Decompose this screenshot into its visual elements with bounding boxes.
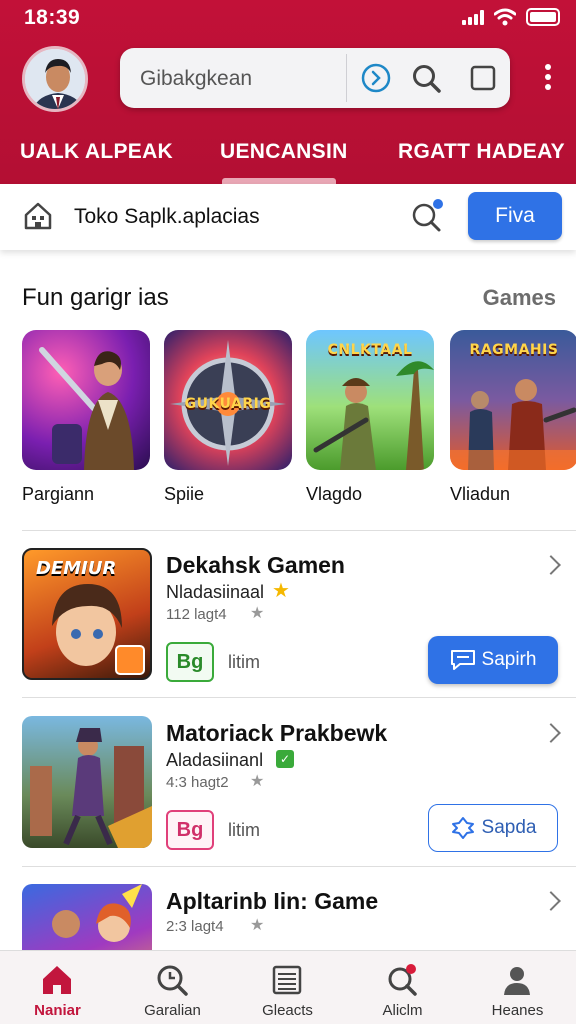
game-label: Vliadun [450, 484, 511, 504]
nav-item-notifications[interactable]: Aliclm [345, 951, 460, 1024]
app-meta: 112 lagt4 [166, 606, 227, 623]
game-card-1[interactable]: Pargiann [22, 330, 150, 504]
forward-circle-icon[interactable] [360, 62, 392, 94]
search-bar[interactable]: Gibakgkean [120, 48, 510, 108]
tab-3[interactable]: RGATT HADEAY [398, 140, 565, 164]
app-name: Apltarinb Iin: Game [166, 888, 379, 914]
search-icon[interactable] [410, 62, 442, 94]
signal-icon [462, 9, 484, 25]
star-icon: ★ [250, 605, 265, 622]
app-tag: litim [228, 820, 260, 840]
nav-item-home[interactable]: Naniar [0, 951, 115, 1024]
nav-item-profile[interactable]: Heanes [460, 951, 575, 1024]
nav-label: Gleacts [262, 1002, 313, 1019]
app-meta: 2:3 lagt4 [166, 918, 224, 935]
store-title: Toko Saplk.aplacias [74, 205, 260, 228]
section-title: Fun garigr ias [22, 284, 169, 311]
app-meta: 4:3 hagt2 [166, 774, 229, 791]
search-divider [346, 54, 347, 102]
chevron-right-icon[interactable] [541, 555, 561, 575]
status-time: 18:39 [24, 6, 81, 29]
game-label: Pargiann [22, 484, 95, 504]
home-icon [43, 966, 71, 994]
gamepad-icon [451, 817, 474, 839]
tag-badge-icon: Bg [166, 810, 214, 850]
avatar[interactable] [22, 46, 88, 112]
game-card-4[interactable]: RAGMAHIS Vliadun [450, 330, 576, 504]
star-icon: ★ [250, 773, 265, 790]
game-card-2[interactable]: GUKUARIG Spiie [164, 330, 292, 504]
divider [22, 866, 576, 867]
bottom-navigation: Naniar Garalian Gleacts Aliclm Heanes [0, 950, 576, 1024]
nav-label: Heanes [491, 1002, 544, 1019]
app-subtitle: Nladasiinaal [166, 582, 265, 602]
game-label: Spiie [164, 484, 205, 504]
game-card-3[interactable]: CNLKTAAL Vlagdo [306, 330, 434, 504]
game-label: Vlagdo [306, 484, 363, 504]
search-icon [157, 965, 188, 996]
fiva-button[interactable]: Fiva [468, 192, 562, 240]
verified-badge-icon: ✓ [276, 750, 294, 768]
app-name: Matoriack Prakbewk [166, 720, 388, 746]
nav-label: Aliclm [382, 1002, 423, 1019]
app-subtitle: Aladasiinanl [166, 750, 264, 770]
app-action-button[interactable]: Sapirh [428, 636, 558, 684]
square-icon[interactable] [467, 62, 499, 94]
home-icon[interactable] [22, 200, 54, 232]
game-thumbnail-title: RAGMAHIS [469, 342, 559, 358]
app-tag: litim [228, 652, 260, 672]
app-action-button[interactable]: Sapda [428, 804, 558, 852]
star-icon: ★ [272, 580, 290, 602]
more-menu-icon[interactable] [538, 64, 558, 94]
status-icons [462, 8, 560, 26]
app-row-1[interactable]: DEMIUR Dekahsk Gamen Nladasiinaal ★ 112 … [0, 548, 576, 698]
store-bar: Toko Saplk.aplacias Fiva [0, 184, 576, 250]
chevron-right-icon[interactable] [541, 891, 561, 911]
person-icon [504, 967, 530, 995]
battery-icon [526, 8, 560, 26]
app-icon [22, 884, 152, 950]
status-bar: 18:39 [0, 0, 576, 36]
app-row-2[interactable]: Matoriack Prakbewk Aladasiinanl ✓ 4:3 ha… [0, 716, 576, 866]
nav-item-apps[interactable]: Gleacts [230, 951, 345, 1024]
game-thumbnail [22, 330, 150, 470]
divider [22, 530, 576, 531]
game-thumbnail: CNLKTAAL [306, 330, 434, 470]
chevron-right-icon[interactable] [541, 723, 561, 743]
tab-2[interactable]: UENCANSIN [220, 140, 348, 164]
game-thumbnail: RAGMAHIS [450, 330, 576, 470]
wifi-icon [494, 8, 516, 26]
grid-list-icon [272, 965, 302, 995]
app-name: Dekahsk Gamen [166, 552, 345, 578]
nav-item-search[interactable]: Garalian [115, 951, 230, 1024]
store-search-icon[interactable] [408, 198, 446, 236]
game-thumbnail-title: GUKUARIG [184, 396, 272, 412]
app-icon: DEMIUR [22, 548, 152, 680]
tag-badge-icon: Bg [166, 642, 214, 682]
game-thumbnail: GUKUARIG [164, 330, 292, 470]
star-icon: ★ [250, 917, 265, 934]
nav-label: Naniar [34, 1002, 81, 1019]
divider [22, 697, 576, 698]
app-action-label: Sapirh [481, 649, 537, 670]
search-input[interactable]: Gibakgkean [140, 67, 252, 91]
app-icon-title: DEMIUR [36, 558, 117, 579]
app-row-3[interactable]: Apltarinb Iin: Game 2:3 lagt4 ★ [0, 884, 576, 950]
app-action-label: Sapda [481, 817, 537, 838]
app-icon [22, 716, 152, 848]
message-icon [450, 650, 475, 670]
search-notification-icon [388, 964, 417, 996]
section-link-games[interactable]: Games [483, 285, 556, 311]
app-header: 18:39 Gibakgkean UALK ALPEAK UENCANSIN R… [0, 0, 576, 184]
nav-label: Garalian [144, 1002, 201, 1019]
game-thumbnail-title: CNLKTAAL [327, 342, 413, 358]
tab-1[interactable]: UALK ALPEAK [20, 140, 173, 164]
